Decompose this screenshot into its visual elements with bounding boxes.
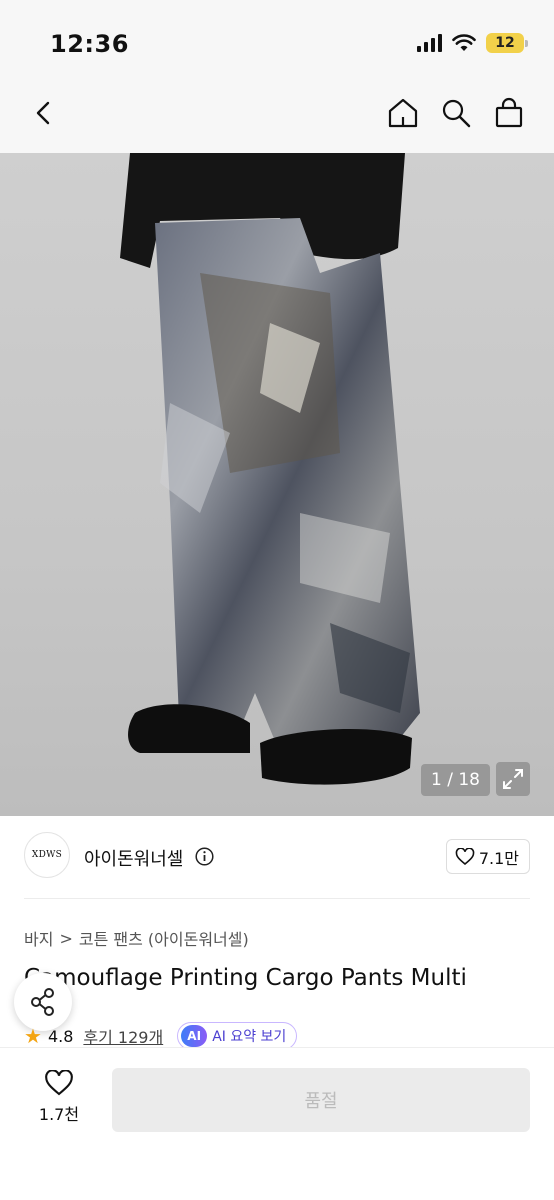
info-icon[interactable] bbox=[195, 847, 214, 866]
ai-icon: AI bbox=[181, 1025, 208, 1047]
brand-row: XDWS 아이돈워너셀 7.1만 bbox=[24, 832, 530, 882]
review-link[interactable]: 후기 129개 bbox=[83, 1024, 163, 1048]
status-bar: 12:36 12 bbox=[0, 0, 554, 88]
wifi-icon bbox=[452, 34, 476, 51]
expand-button[interactable] bbox=[496, 762, 530, 796]
breadcrumb-subcategory[interactable]: 코튼 팬츠 (아이돈워너셀) bbox=[79, 926, 249, 950]
wishlist-count: 1.7천 bbox=[38, 1105, 80, 1124]
product-photo bbox=[120, 153, 420, 785]
divider bbox=[24, 898, 530, 899]
heart-icon bbox=[455, 847, 475, 865]
breadcrumb: 바지 > 코튼 팬츠 (아이돈워너셀) bbox=[24, 926, 249, 950]
wishlist-button[interactable]: 1.7천 bbox=[34, 1070, 84, 1125]
brand-logo[interactable]: XDWS bbox=[24, 832, 70, 878]
product-title: Camouflage Printing Cargo Pants Multi bbox=[24, 965, 467, 991]
clock: 12:36 bbox=[50, 30, 129, 58]
expand-icon bbox=[503, 769, 523, 789]
breadcrumb-category[interactable]: 바지 bbox=[24, 926, 53, 950]
rating-row: ★ 4.8 후기 129개 AI AI 요약 보기 bbox=[24, 1022, 298, 1050]
search-icon[interactable] bbox=[439, 96, 473, 130]
ai-summary-button[interactable]: AI AI 요약 보기 bbox=[177, 1022, 298, 1050]
bottom-action-bar: 1.7천 품절 bbox=[0, 1047, 554, 1200]
chevron-left-icon[interactable] bbox=[30, 98, 60, 128]
shopping-bag-icon[interactable] bbox=[492, 96, 526, 130]
rating-value: 4.8 bbox=[47, 1026, 74, 1046]
status-icons: 12 bbox=[417, 33, 528, 53]
brand-like-button[interactable]: 7.1만 bbox=[445, 839, 530, 874]
star-icon: ★ bbox=[24, 1024, 42, 1048]
brand-name[interactable]: 아이돈워너셀 bbox=[84, 845, 183, 871]
ai-summary-label: AI 요약 보기 bbox=[212, 1029, 287, 1045]
breadcrumb-separator: > bbox=[59, 928, 73, 948]
product-image-gallery[interactable]: 1 / 18 bbox=[0, 153, 554, 816]
heart-icon bbox=[45, 1070, 73, 1096]
buy-button[interactable]: 품절 bbox=[112, 1068, 530, 1132]
image-pager: 1 / 18 bbox=[421, 764, 490, 796]
brand-like-count: 7.1만 bbox=[478, 848, 519, 868]
top-nav bbox=[0, 88, 554, 153]
home-icon[interactable] bbox=[386, 96, 420, 130]
cellular-signal-icon bbox=[417, 34, 442, 52]
battery-icon: 12 bbox=[486, 33, 528, 53]
